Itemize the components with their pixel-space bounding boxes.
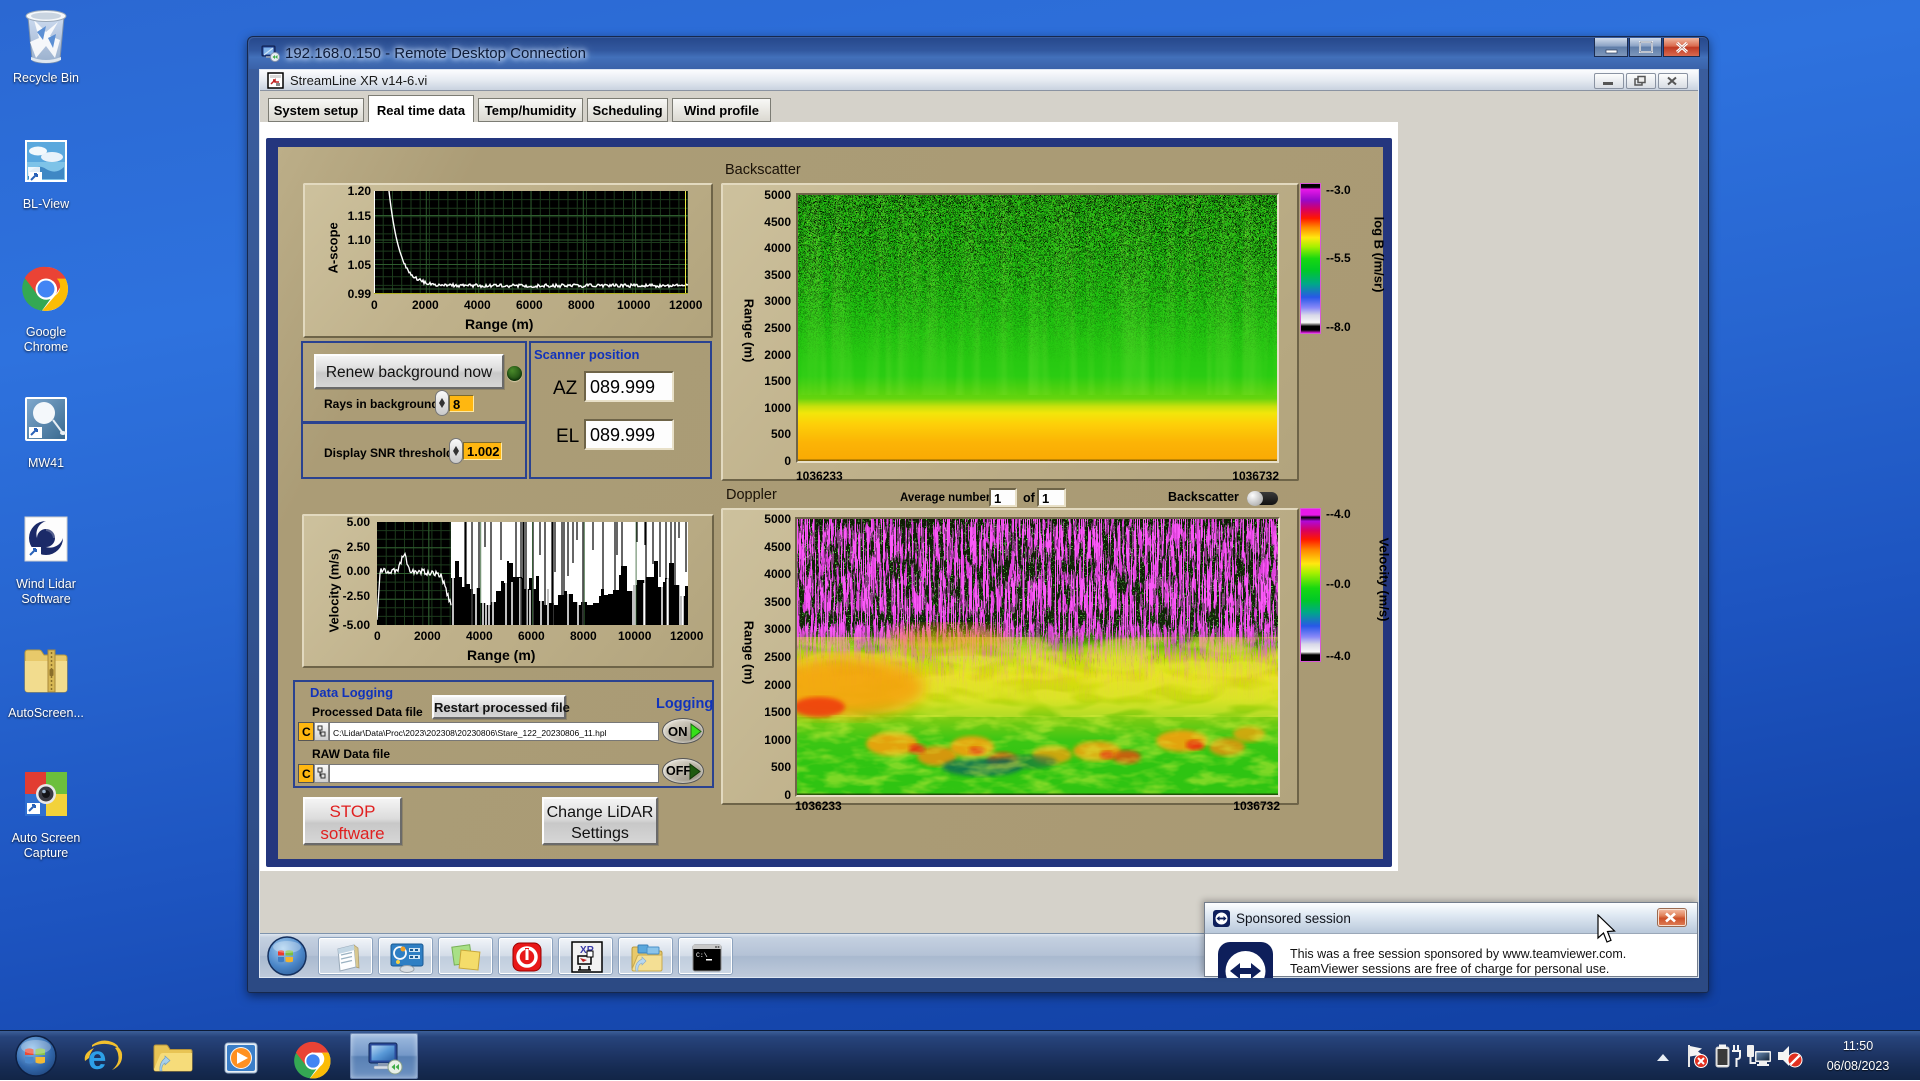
svg-text:C:\: C:\ — [696, 952, 708, 959]
